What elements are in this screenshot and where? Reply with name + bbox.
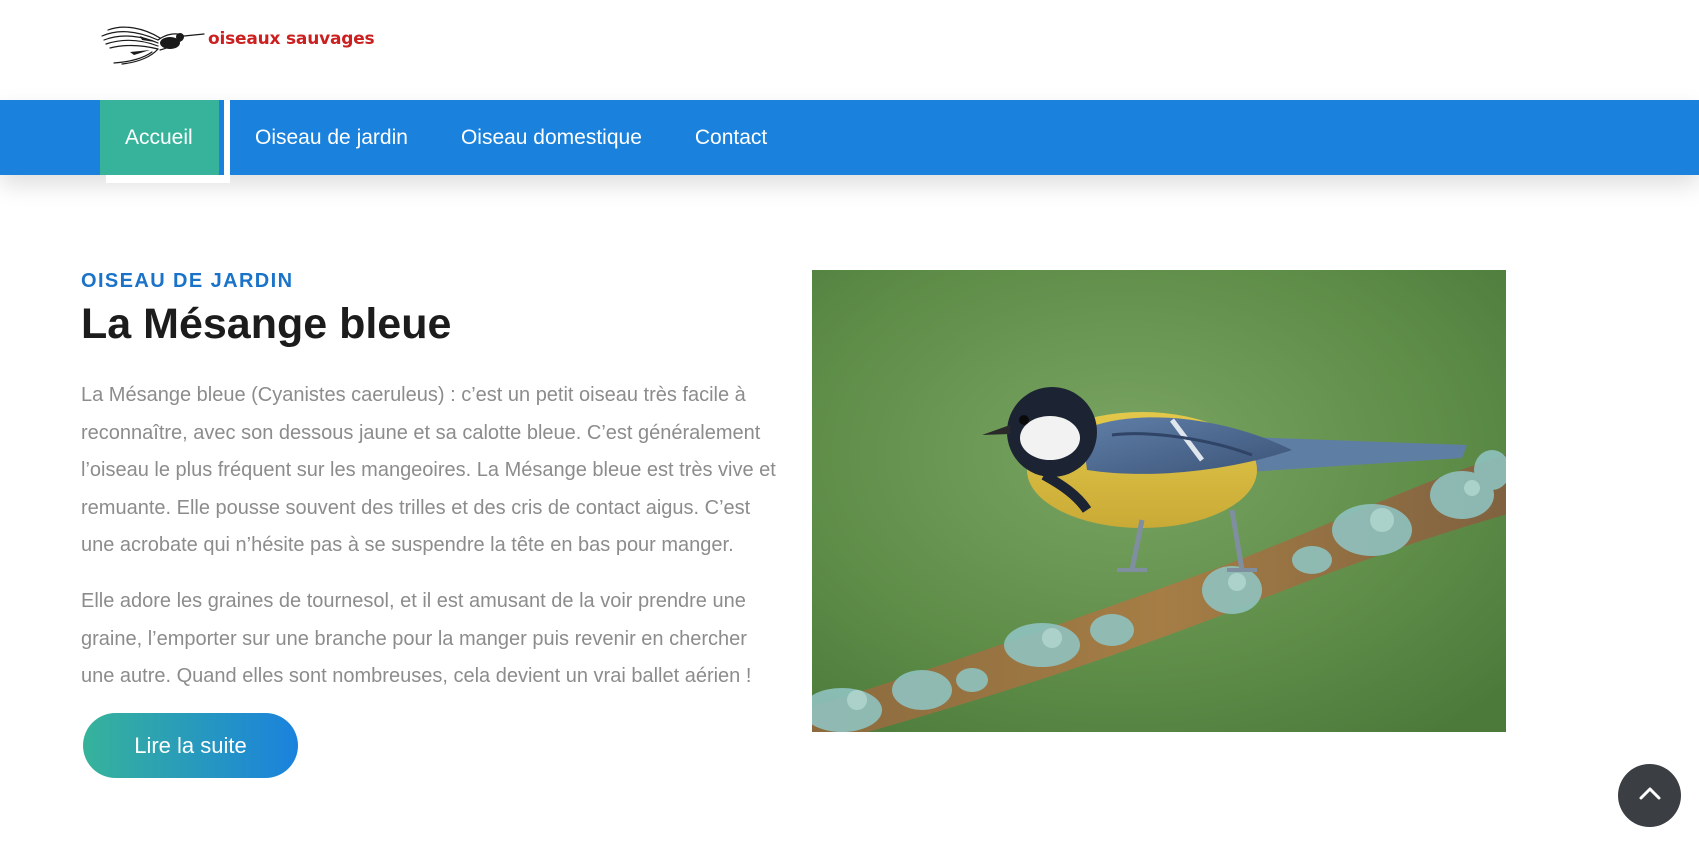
main-nav: Accueil Oiseau de jardin Oiseau domestiq… <box>0 100 1699 183</box>
read-more-button[interactable]: Lire la suite <box>83 713 298 778</box>
article-paragraph-1: La Mésange bleue (Cyanistes caeruleus) :… <box>81 384 776 556</box>
article-category: OISEAU DE JARDIN <box>81 270 294 292</box>
site-logo[interactable]: oiseaux sauvages <box>100 22 375 66</box>
back-to-top-button[interactable] <box>1618 764 1681 827</box>
article-paragraph-2: Elle adore les graines de tournesol, et … <box>81 590 752 687</box>
brand-name: oiseaux sauvages <box>208 29 375 49</box>
bird-on-branch-photo <box>812 270 1506 732</box>
nav-item-oiseau-domestique[interactable]: Oiseau domestique <box>436 100 670 175</box>
nav-list: Accueil Oiseau de jardin Oiseau domestiq… <box>100 100 795 183</box>
hummingbird-icon <box>100 22 206 66</box>
nav-item-contact[interactable]: Contact <box>670 100 795 175</box>
nav-item-accueil[interactable]: Accueil <box>100 100 230 183</box>
nav-item-oiseau-de-jardin[interactable]: Oiseau de jardin <box>230 100 436 175</box>
site-header: oiseaux sauvages <box>0 0 1699 100</box>
article-title: La Mésange bleue <box>81 300 452 348</box>
chevron-up-icon <box>1639 786 1661 805</box>
